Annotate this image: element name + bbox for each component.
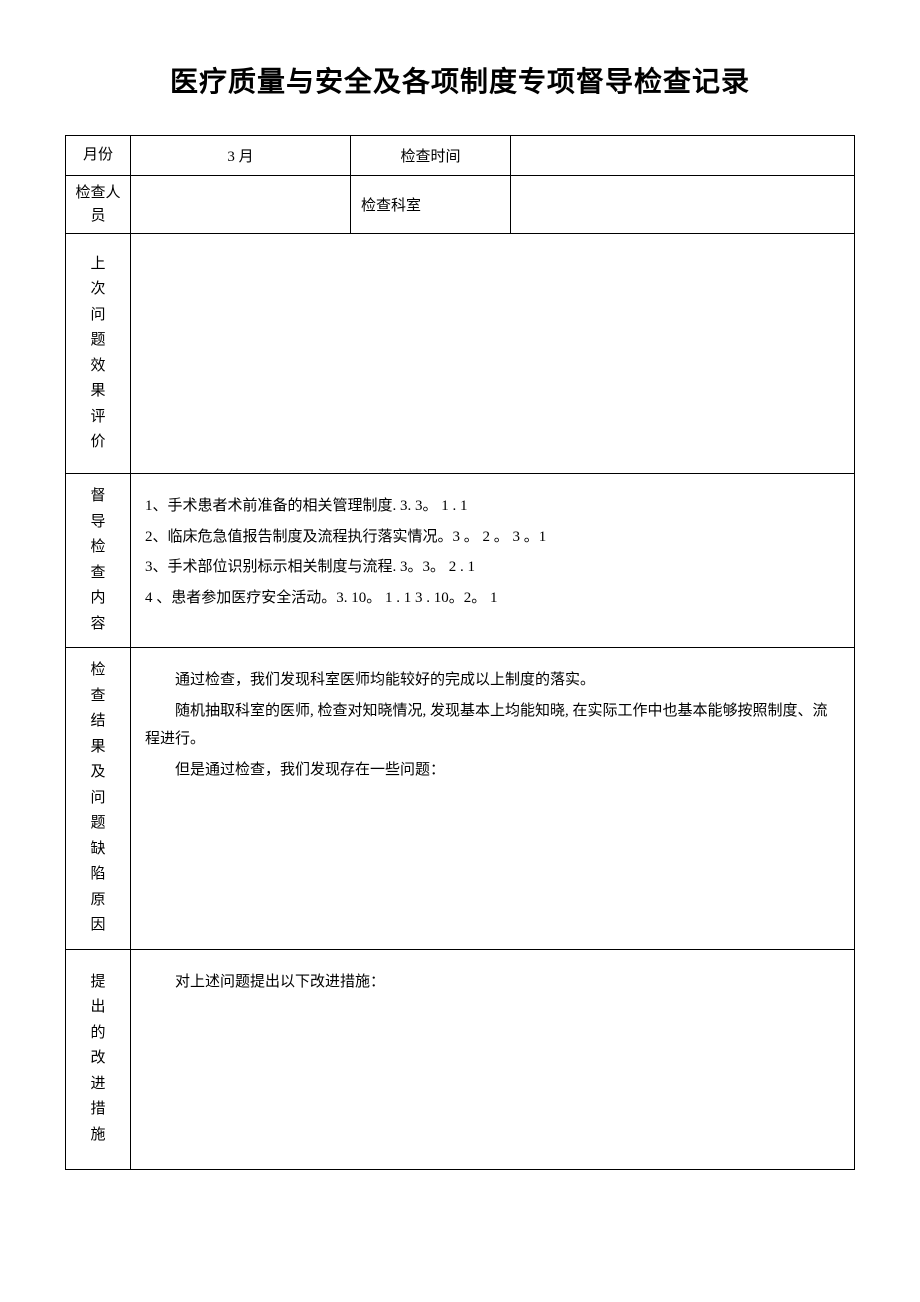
- improvements-line: 对上述问题提出以下改进措施：: [145, 968, 840, 997]
- check-time-value: [511, 136, 855, 176]
- improvements-body: 对上述问题提出以下改进措施：: [131, 949, 855, 1169]
- results-line: 随机抽取科室的医师, 检查对知晓情况, 发现基本上均能知晓, 在实际工作中也基本…: [145, 697, 840, 754]
- department-label: 检查科室: [351, 176, 511, 234]
- inspection-record-table: 月份 3 月 检查时间 检查人员 检查科室 上 次 问 题 效 果 评 价 督 …: [65, 135, 855, 1170]
- inspection-line: 2、临床危急值报告制度及流程执行落实情况。3 。 2 。 3 。1: [145, 523, 840, 552]
- inspection-line: 3、手术部位识别标示相关制度与流程. 3。3。 2 . 1: [145, 553, 840, 582]
- inspection-line: 4 、患者参加医疗安全活动。3. 10。 1 . 1 3 . 10。2。 1: [145, 584, 840, 613]
- results-issues-label: 检 查 结 果 及 问 题 缺 陷 原 因: [66, 648, 131, 950]
- results-issues-body: 通过检查，我们发现科室医师均能较好的完成以上制度的落实。 随机抽取科室的医师, …: [131, 648, 855, 950]
- inspection-content-body: 1、手术患者术前准备的相关管理制度. 3. 3。 1 . 1 2、临床危急值报告…: [131, 474, 855, 648]
- previous-issues-content: [131, 234, 855, 474]
- results-line: 但是通过检查，我们发现存在一些问题：: [145, 756, 840, 785]
- inspection-content-label: 督 导 检 查 内 容: [66, 474, 131, 648]
- inspection-line: 1、手术患者术前准备的相关管理制度. 3. 3。 1 . 1: [145, 492, 840, 521]
- previous-issues-label: 上 次 问 题 效 果 评 价: [66, 234, 131, 474]
- check-time-label: 检查时间: [351, 136, 511, 176]
- month-label: 月份: [66, 136, 131, 176]
- page-title: 医疗质量与安全及各项制度专项督导检查记录: [65, 60, 855, 100]
- improvements-label: 提 出 的 改 进 措 施: [66, 949, 131, 1169]
- inspector-value: [131, 176, 351, 234]
- inspector-label: 检查人员: [66, 176, 131, 234]
- department-value: [511, 176, 855, 234]
- month-value: 3 月: [131, 136, 351, 176]
- results-line: 通过检查，我们发现科室医师均能较好的完成以上制度的落实。: [145, 666, 840, 695]
